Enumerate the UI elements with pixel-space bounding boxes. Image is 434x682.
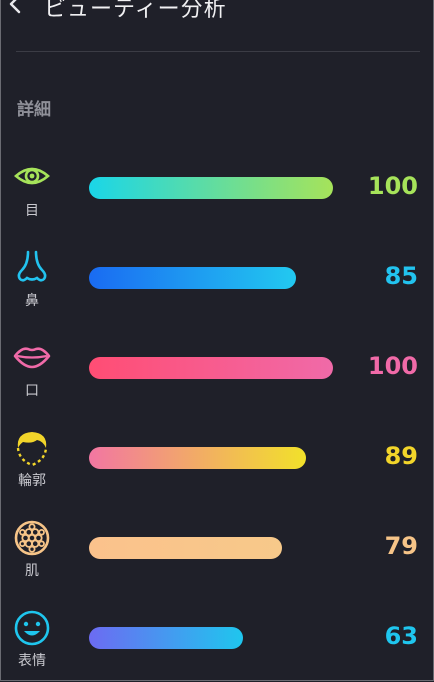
row-label-eye: 目 [25, 203, 39, 219]
score-row-expression: 表情 63 [0, 610, 434, 680]
back-button[interactable] [4, 0, 30, 20]
row-label-nose: 鼻 [25, 293, 39, 309]
bar-track-mouth [89, 357, 333, 379]
score-value-skin: 79 [384, 532, 418, 560]
score-value-contour: 89 [384, 442, 418, 470]
bar-track-nose [89, 267, 333, 289]
score-row-contour: 輪郭 89 [0, 430, 434, 500]
row-label-skin: 肌 [25, 563, 39, 579]
bar-track-expression [89, 627, 333, 649]
score-row-eye: 目 100 [0, 160, 434, 230]
score-bar-skin [89, 537, 282, 559]
score-row-mouth: 口 100 [0, 340, 434, 410]
row-label-contour: 輪郭 [18, 473, 46, 489]
score-value-mouth: 100 [367, 352, 418, 380]
chevron-left-icon [9, 0, 21, 14]
smile-icon [13, 610, 51, 648]
face-contour-icon [13, 430, 51, 468]
eye-icon [13, 160, 51, 198]
score-value-nose: 85 [384, 262, 418, 290]
header-divider [16, 51, 420, 52]
score-bar-mouth [89, 357, 333, 379]
row-label-expression: 表情 [18, 653, 46, 669]
section-label: 詳細 [17, 100, 51, 120]
row-label-mouth: 口 [25, 383, 39, 399]
score-bar-eye [89, 177, 333, 199]
nose-icon [13, 250, 51, 288]
bar-track-contour [89, 447, 333, 469]
score-bar-expression [89, 627, 243, 649]
bar-track-eye [89, 177, 333, 199]
score-value-expression: 63 [384, 622, 418, 650]
lips-icon [13, 340, 51, 378]
score-row-nose: 鼻 85 [0, 250, 434, 320]
score-value-eye: 100 [367, 172, 418, 200]
header: ビューティー分析 [0, 0, 434, 52]
page-title: ビューティー分析 [44, 0, 227, 22]
score-row-skin: 肌 79 [0, 520, 434, 590]
score-bar-nose [89, 267, 296, 289]
bar-track-skin [89, 537, 333, 559]
skin-texture-icon [13, 520, 51, 558]
score-bar-contour [89, 447, 306, 469]
